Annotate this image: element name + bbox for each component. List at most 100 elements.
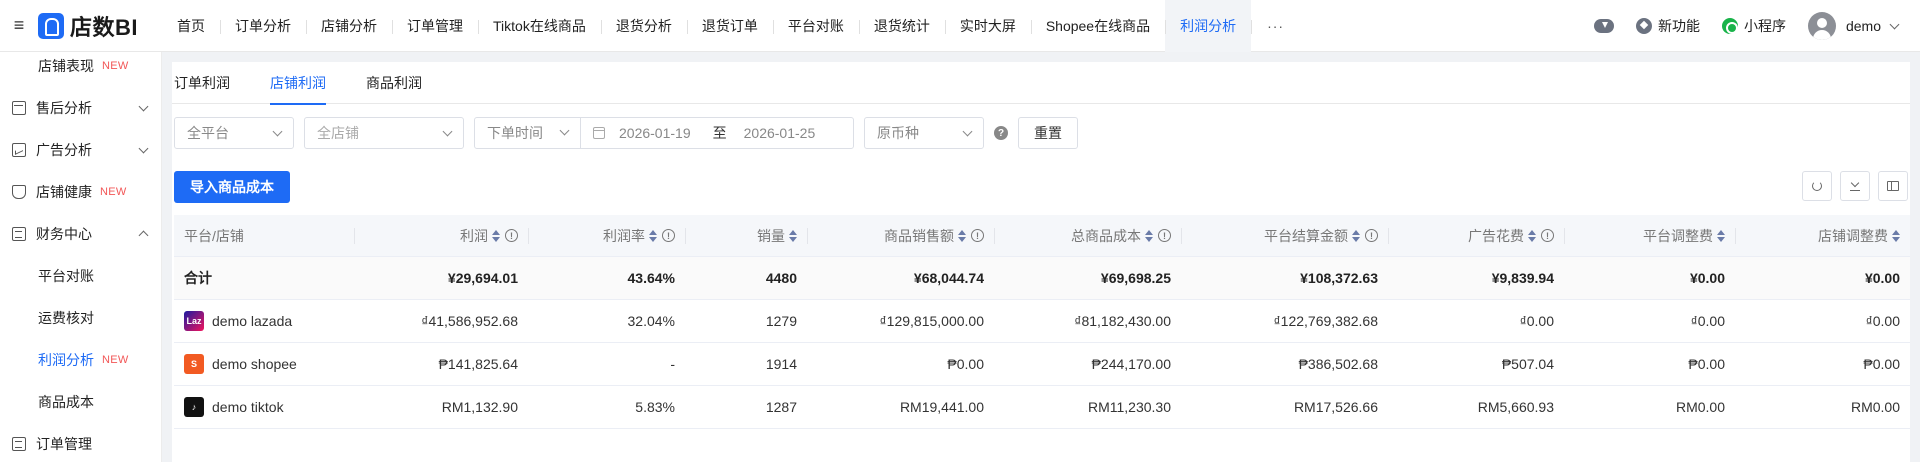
sort-icon[interactable] [492, 229, 500, 242]
brand-logo[interactable]: 店数BI [38, 10, 162, 42]
shop-select[interactable]: 全店铺 [304, 117, 464, 149]
cell-value: ₱507.04 [1501, 356, 1554, 372]
tab[interactable]: 商品利润 [366, 62, 422, 104]
sort-icon[interactable] [1892, 229, 1900, 242]
cell-value: RM1,132.90 [441, 399, 518, 415]
cell-value: RM0.00 [1850, 399, 1900, 415]
nav-more-icon[interactable]: ··· [1251, 0, 1300, 52]
nav-item[interactable]: Tiktok在线商品 [478, 0, 601, 52]
sort-icon[interactable] [1145, 229, 1153, 242]
sidebar-item[interactable]: 运费核对 [0, 297, 161, 339]
sidebar-item[interactable]: 店铺健康 NEW [0, 171, 161, 213]
info-icon[interactable]: ! [1365, 229, 1378, 242]
refresh-button[interactable] [1802, 171, 1832, 201]
column-header[interactable]: 广告花费! [1388, 215, 1564, 256]
sidebar-item[interactable]: 财务中心 [0, 213, 161, 255]
nav-item[interactable]: 店铺分析 [306, 0, 392, 52]
cell-value: 32.04% [627, 313, 675, 329]
nav-item[interactable]: 退货分析 [600, 0, 687, 52]
nav-item[interactable]: 订单分析 [220, 0, 306, 52]
table-cell: ¥0.00 [1564, 257, 1735, 299]
info-icon[interactable]: ! [1158, 229, 1171, 242]
import-cost-button[interactable]: 导入商品成本 [174, 171, 290, 203]
sidebar-item[interactable]: 平台对账 [0, 255, 161, 297]
info-icon[interactable]: ! [971, 229, 984, 242]
table-cell: ₫0.00 [1735, 300, 1910, 342]
column-header[interactable]: 利润率! [528, 215, 685, 256]
column-header[interactable]: 平台调整费 [1564, 215, 1735, 256]
date-from[interactable]: 2026-01-19 [619, 125, 691, 141]
help-icon[interactable]: ? [994, 126, 1008, 140]
sidebar-item-label: 广告分析 [36, 142, 92, 158]
chevron-down-icon [1889, 19, 1900, 29]
tab[interactable]: 店铺利润 [270, 62, 326, 105]
sort-icon[interactable] [1352, 229, 1360, 242]
nav-item[interactable]: 订单管理 [392, 0, 478, 52]
nav-item[interactable]: Shopee在线商品 [1030, 0, 1165, 52]
info-icon[interactable]: ! [1541, 229, 1554, 242]
reset-button[interactable]: 重置 [1018, 117, 1078, 149]
column-settings-button[interactable] [1878, 171, 1908, 201]
currency-select-value: 原币种 [877, 125, 919, 141]
user-menu[interactable]: demo [1807, 12, 1900, 40]
currency-select[interactable]: 原币种 [864, 117, 984, 149]
sidebar-item-label: 商品成本 [38, 394, 94, 410]
sidebar-item[interactable]: 订单管理 [0, 423, 161, 462]
mini-program-button[interactable]: 小程序 [1721, 16, 1786, 36]
nav-item[interactable]: 首页 [162, 0, 220, 52]
column-header-label: 销量 [757, 227, 785, 244]
column-header[interactable]: 商品销售额! [807, 215, 994, 256]
new-badge: NEW [102, 60, 129, 72]
new-badge: NEW [100, 186, 127, 198]
sidebar-item[interactable]: 利润分析 NEW [0, 339, 161, 381]
cell-value: ¥9,839.94 [1491, 270, 1554, 286]
sidebar-item-label: 平台对账 [38, 268, 94, 284]
column-header[interactable]: 销量 [685, 215, 807, 256]
nav-item[interactable]: 退货统计 [858, 0, 945, 52]
column-header-label: 商品销售额 [884, 227, 954, 244]
cloud-download-button[interactable] [1593, 19, 1614, 33]
table-cell: 5.83% [528, 386, 685, 428]
sidebar-item[interactable]: 商品成本 [0, 381, 161, 423]
info-icon[interactable]: ! [662, 229, 675, 242]
date-range-picker[interactable]: 2026-01-19 至 2026-01-25 [581, 118, 853, 148]
top-nav: 首页 订单分析 店铺分析 订单管理 Tiktok在线商品 退货分析 退货订单 平台对账 退货统计… [162, 0, 1300, 52]
column-header[interactable]: 总商品成本! [994, 215, 1181, 256]
date-to[interactable]: 2026-01-25 [744, 125, 816, 141]
new-feature-button[interactable]: 新功能 [1635, 16, 1700, 36]
platform-select[interactable]: 全平台 [174, 117, 294, 149]
brand-logo-icon [38, 12, 64, 39]
cell-value: ¥68,044.74 [913, 270, 984, 286]
shop-cell: Laz demo lazada [174, 300, 354, 342]
refresh-icon [1812, 181, 1822, 191]
date-separator: 至 [712, 125, 727, 141]
cell-value: ₫129,815,000.00 [879, 313, 984, 329]
info-icon[interactable]: ! [505, 229, 518, 242]
sidebar-item[interactable]: 售后分析 [0, 87, 161, 129]
sort-icon[interactable] [1717, 229, 1725, 242]
platform-select-value: 全平台 [187, 125, 229, 141]
nav-item[interactable]: 实时大屏 [944, 0, 1031, 52]
sort-icon[interactable] [1528, 229, 1536, 242]
column-header[interactable]: 利润! [354, 215, 528, 256]
sidebar-item[interactable]: 店铺表现 NEW [0, 52, 161, 87]
tab[interactable]: 订单利润 [174, 62, 230, 104]
sort-icon[interactable] [789, 229, 797, 242]
table-cell: ₱507.04 [1388, 343, 1564, 385]
sidebar-item[interactable]: 广告分析 [0, 129, 161, 171]
nav-item[interactable]: 利润分析 [1165, 0, 1252, 52]
sort-icon[interactable] [958, 229, 966, 242]
table-cell: ₱141,825.64 [354, 343, 528, 385]
cell-value: 4480 [765, 270, 797, 286]
column-header[interactable]: 平台结算金额! [1181, 215, 1388, 256]
brand-name: 店数BI [70, 14, 139, 40]
sort-icon[interactable] [649, 229, 657, 242]
time-type-select[interactable]: 下单时间 [475, 118, 581, 148]
export-button[interactable] [1840, 171, 1870, 201]
nav-item[interactable]: 退货订单 [686, 0, 773, 52]
menu-toggle-icon[interactable]: ≡ [0, 0, 38, 52]
nav-item[interactable]: 平台对账 [772, 0, 859, 52]
cell-value: ₫0.00 [1690, 313, 1725, 329]
chevron-down-icon [272, 126, 283, 137]
column-header[interactable]: 店铺调整费 [1735, 215, 1910, 256]
